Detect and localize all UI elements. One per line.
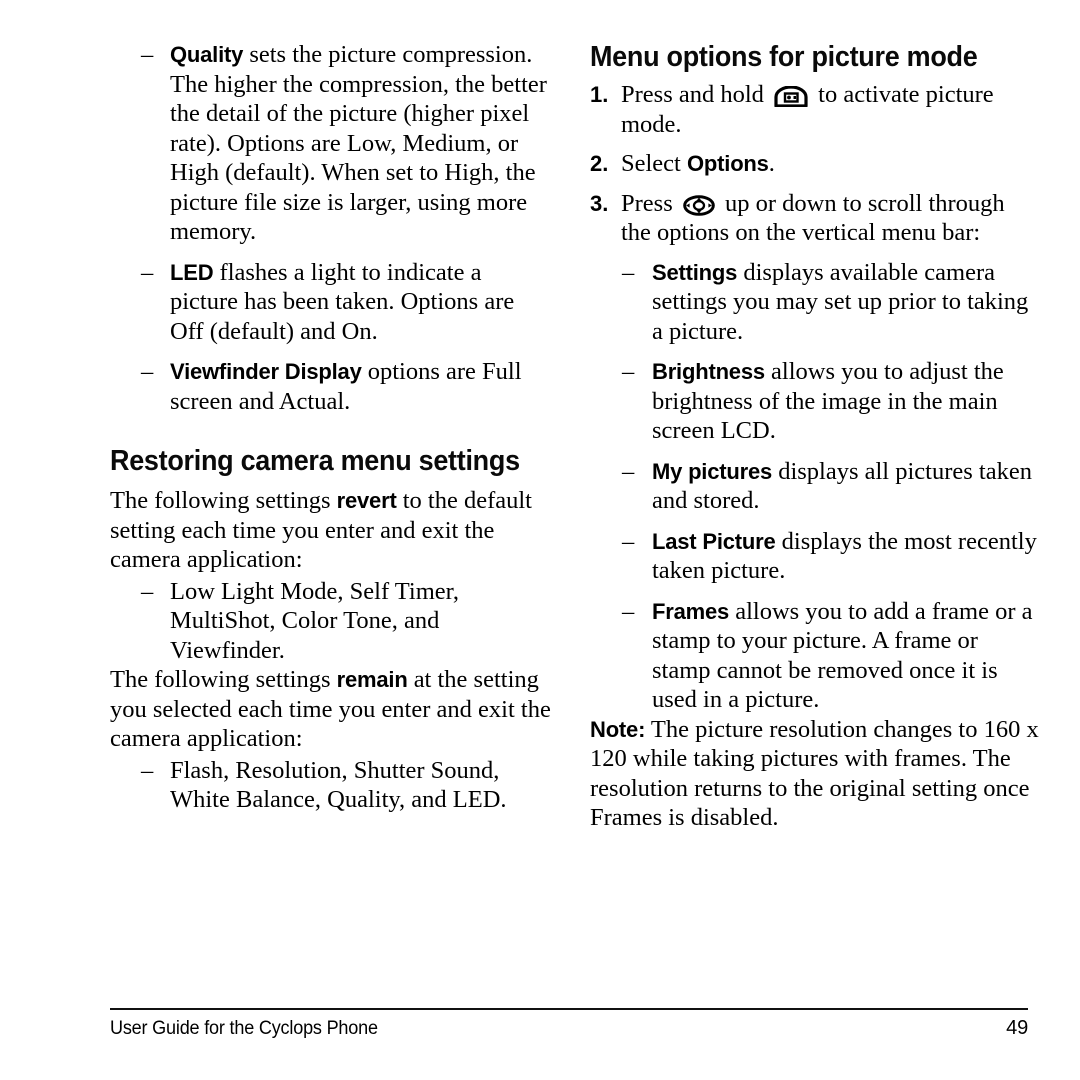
footer-row: User Guide for the Cyclops Phone 49 — [110, 1017, 1028, 1040]
list-item: – Quality sets the picture compression. … — [110, 40, 552, 247]
term-my-pictures: My pictures — [652, 458, 773, 484]
note-label: Note: — [590, 716, 646, 742]
right-column: Menu options for picture mode 1. Press a… — [590, 40, 1040, 835]
left-column: – Quality sets the picture compression. … — [110, 40, 552, 815]
list-item: – Flash, Resolution, Shutter Sound, Whit… — [110, 756, 552, 815]
list-item: – Frames allows you to add a frame or a … — [590, 597, 1040, 715]
revert-settings-list: – Low Light Mode, Self Timer, MultiShot,… — [110, 577, 552, 666]
term-brightness: Brightness — [652, 359, 765, 384]
term-viewfinder-display: Viewfinder Display — [170, 359, 362, 384]
note-paragraph: Note: The picture resolution changes to … — [590, 715, 1040, 833]
list-item-text: Low Light Mode, Self Timer, MultiShot, C… — [170, 577, 459, 664]
term-quality: Quality — [170, 42, 244, 67]
term-frames: Frames — [652, 598, 730, 624]
dash-bullet-icon: – — [141, 258, 154, 286]
footer-guide-title: User Guide for the Cyclops Phone — [110, 1018, 378, 1039]
note-text: The picture resolution changes to 160 x … — [590, 715, 1039, 832]
list-item: – Last Picture displays the most recentl… — [590, 527, 1040, 586]
numbered-steps-list: 1. Press and hold to activate picture mo… — [590, 80, 1040, 248]
navigation-key-icon — [683, 194, 715, 216]
paragraph-text-before: The following settings — [110, 666, 337, 693]
paragraph-text-before: The following settings — [110, 487, 337, 514]
step-number: 2. — [590, 151, 609, 176]
list-item: – Settings displays available camera set… — [590, 258, 1040, 347]
list-item: – LED flashes a light to indicate a pict… — [110, 258, 552, 347]
dash-bullet-icon: – — [622, 457, 635, 485]
page-number: 49 — [1006, 1017, 1028, 1039]
paragraph-remain: The following settings remain at the set… — [110, 665, 552, 754]
step-text-after: . — [768, 150, 775, 177]
step-text-before: Press — [621, 189, 679, 217]
continued-bullet-list: – Quality sets the picture compression. … — [110, 40, 552, 416]
term-last-picture: Last Picture — [652, 528, 776, 554]
paragraph-revert: The following settings revert to the def… — [110, 486, 552, 575]
dash-bullet-icon: – — [141, 756, 154, 784]
step-text-before: Select — [621, 150, 687, 177]
list-item-text: flashes a light to indicate a picture ha… — [170, 258, 515, 345]
dash-bullet-icon: – — [141, 41, 154, 68]
dash-bullet-icon: – — [141, 358, 154, 385]
step-item-3: 3. Press up or down to scroll through th… — [590, 189, 1040, 248]
step-text-before: Press and hold — [621, 81, 771, 108]
term-led: LED — [170, 259, 214, 285]
term-revert: revert — [336, 488, 397, 513]
dash-bullet-icon: – — [622, 258, 635, 286]
term-options: Options — [687, 151, 769, 176]
list-item-text: Flash, Resolution, Shutter Sound, White … — [170, 756, 507, 814]
heading-restoring-camera-menu-settings: Restoring camera menu settings — [110, 445, 520, 477]
dash-bullet-icon: – — [622, 358, 635, 385]
list-item: – Viewfinder Display options are Full sc… — [110, 357, 552, 416]
footer-divider — [110, 1008, 1028, 1010]
document-page: – Quality sets the picture compression. … — [0, 0, 1080, 1080]
step-number: 3. — [590, 190, 609, 216]
dash-bullet-icon: – — [622, 597, 635, 625]
step-item-1: 1. Press and hold to activate picture mo… — [590, 80, 1040, 139]
list-item: – Low Light Mode, Self Timer, MultiShot,… — [110, 577, 552, 666]
list-item: – Brightness allows you to adjust the br… — [590, 357, 1040, 446]
step-number: 1. — [590, 82, 609, 107]
dash-bullet-icon: – — [141, 577, 154, 605]
page-footer: User Guide for the Cyclops Phone 49 — [110, 1008, 1028, 1052]
list-item: – My pictures displays all pictures take… — [590, 457, 1040, 516]
picture-mode-options-list: – Settings displays available camera set… — [590, 258, 1040, 715]
remain-settings-list: – Flash, Resolution, Shutter Sound, Whit… — [110, 756, 552, 815]
dash-bullet-icon: – — [622, 527, 635, 555]
camera-key-icon — [774, 86, 808, 107]
list-item-text: sets the picture compression. The higher… — [170, 41, 547, 245]
step-item-2: 2. Select Options. — [590, 149, 1040, 179]
term-remain: remain — [336, 667, 408, 692]
heading-menu-options-for-picture-mode: Menu options for picture mode — [590, 41, 978, 73]
term-settings: Settings — [652, 259, 738, 285]
